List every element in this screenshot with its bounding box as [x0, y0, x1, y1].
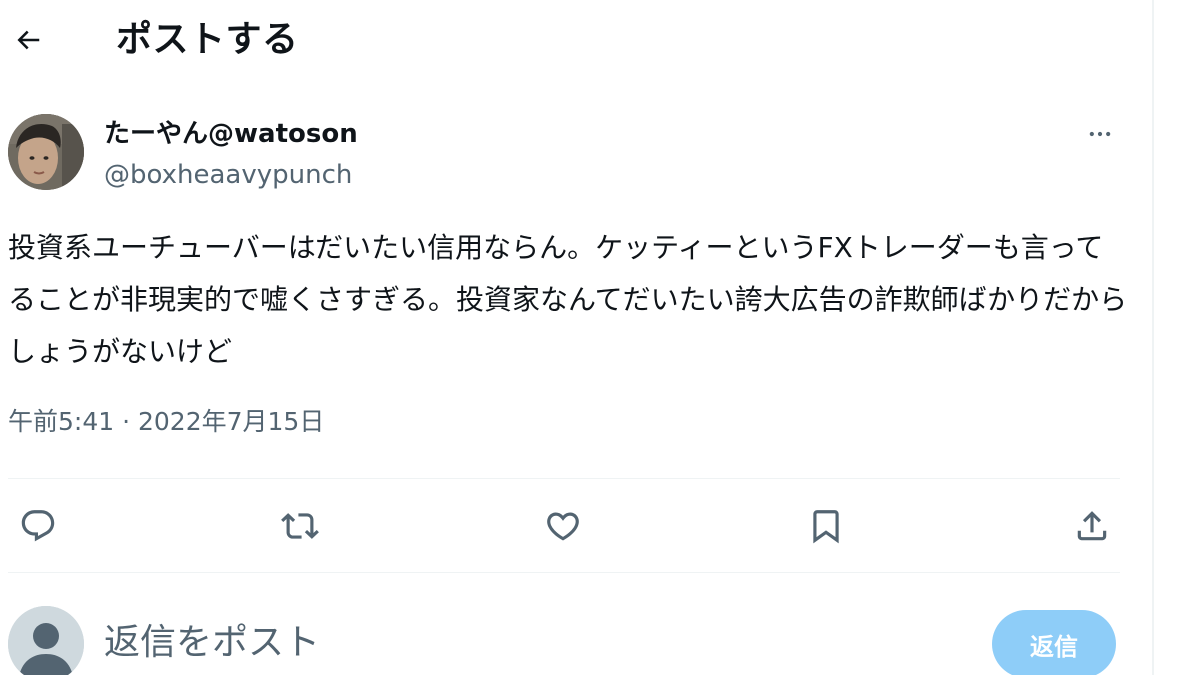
back-button[interactable] [6, 18, 50, 62]
more-horizontal-icon [1089, 131, 1111, 137]
reply-submit-button[interactable]: 返信 [992, 610, 1116, 675]
current-user-avatar [8, 606, 84, 675]
post-timestamp[interactable]: 午前5:41 · 2022年7月15日 [8, 402, 324, 442]
bookmark-button[interactable] [800, 500, 852, 552]
like-button[interactable] [537, 500, 589, 552]
divider [8, 478, 1120, 479]
author-avatar[interactable] [8, 114, 84, 190]
author-display-name[interactable]: たーやん@watoson [104, 114, 358, 154]
repost-icon [281, 513, 319, 539]
page-header: ポストする [0, 0, 1150, 80]
post-detail-page: ポストする たーやん@watoson @boxheaavypunch 投資系ユー… [0, 0, 1200, 675]
comment-icon [21, 510, 55, 542]
divider [8, 572, 1120, 573]
more-options-button[interactable] [1078, 112, 1122, 156]
post-text: 投資系ユーチューバーはだいたい信用ならん。ケッティーというFXトレーダーも言って… [8, 231, 1128, 368]
column-border [1152, 0, 1154, 675]
bookmark-icon [813, 510, 839, 544]
share-icon [1077, 511, 1107, 541]
default-avatar-icon [8, 606, 84, 675]
repost-button[interactable] [274, 500, 326, 552]
share-button[interactable] [1066, 500, 1118, 552]
reply-button[interactable] [12, 500, 64, 552]
arrow-left-icon [17, 30, 40, 50]
heart-icon [547, 512, 579, 541]
reply-input[interactable] [104, 614, 964, 670]
author-handle[interactable]: @boxheaavypunch [104, 156, 352, 194]
page-title: ポストする [116, 19, 299, 60]
